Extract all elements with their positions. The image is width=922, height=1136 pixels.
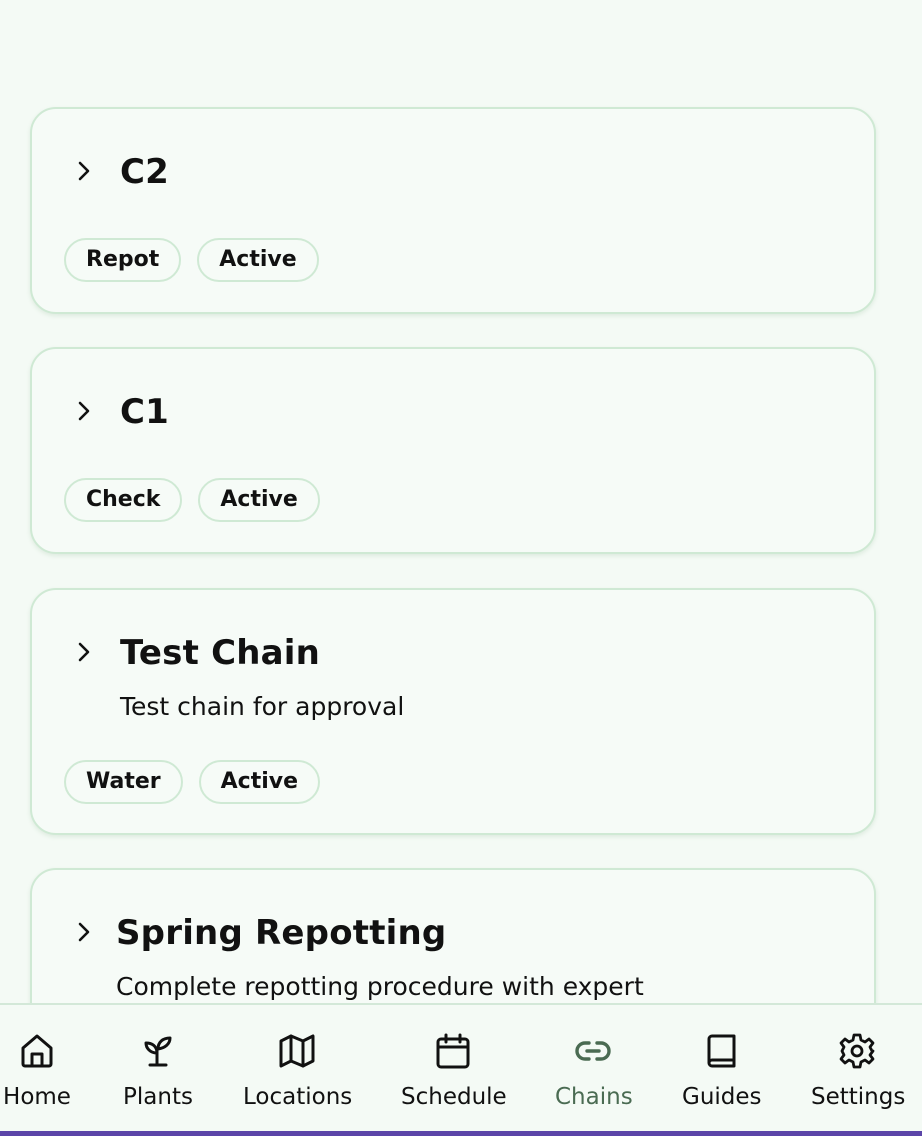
chevron-right-icon[interactable] <box>72 640 96 664</box>
chevron-right-icon[interactable] <box>72 159 96 183</box>
sprout-icon <box>138 1031 178 1071</box>
nav-item-guides[interactable]: Guides <box>682 1005 762 1131</box>
tag-list: Repot Active <box>64 238 319 282</box>
nav-label: Locations <box>243 1084 353 1110</box>
chain-description: Test chain for approval <box>120 692 405 721</box>
chain-card[interactable]: C2 Repot Active <box>30 107 876 314</box>
chevron-right-icon[interactable] <box>72 399 96 423</box>
tag-chip: Water <box>64 760 183 804</box>
nav-item-settings[interactable]: Settings <box>811 1005 906 1131</box>
bottom-navigation: Home Plants Locations Schedule Chains Gu… <box>0 1003 922 1131</box>
book-icon <box>701 1031 741 1071</box>
nav-item-locations[interactable]: Locations <box>243 1005 353 1131</box>
nav-label: Schedule <box>401 1084 507 1110</box>
status-badge: Active <box>198 478 320 522</box>
tag-chip: Repot <box>64 238 182 282</box>
status-badge: Active <box>197 238 319 282</box>
tag-chip: Check <box>64 478 183 522</box>
chain-title: Test Chain <box>120 633 321 673</box>
nav-item-schedule[interactable]: Schedule <box>401 1005 507 1131</box>
chain-title: C2 <box>120 152 170 192</box>
nav-label: Settings <box>811 1084 906 1110</box>
gear-icon <box>837 1031 877 1071</box>
chevron-right-icon[interactable] <box>72 920 96 944</box>
link-icon <box>573 1031 613 1071</box>
nav-item-plants[interactable]: Plants <box>120 1005 196 1131</box>
chain-list: C2 Repot Active C1 Check Active Test Cha… <box>0 0 922 1003</box>
chain-card[interactable]: Spring Repotting Complete repotting proc… <box>30 868 876 1003</box>
nav-label: Home <box>3 1084 71 1110</box>
calendar-icon <box>433 1031 473 1071</box>
nav-item-chains[interactable]: Chains <box>555 1005 633 1131</box>
tag-list: Water Active <box>64 760 321 804</box>
chain-card[interactable]: Test Chain Test chain for approval Water… <box>30 588 876 835</box>
chain-title: Spring Repotting <box>116 913 447 953</box>
chain-description: Complete repotting procedure with expert <box>116 972 644 1001</box>
home-icon <box>17 1031 57 1071</box>
map-icon <box>277 1031 317 1071</box>
accent-bar <box>0 1131 922 1136</box>
status-badge: Active <box>198 760 321 804</box>
tag-list: Check Active <box>64 478 320 522</box>
nav-label: Chains <box>555 1084 633 1110</box>
chain-card[interactable]: C1 Check Active <box>30 347 876 554</box>
chain-title: C1 <box>120 392 170 432</box>
nav-label: Guides <box>682 1084 762 1110</box>
nav-label: Plants <box>123 1084 193 1110</box>
nav-item-home[interactable]: Home <box>0 1005 74 1131</box>
